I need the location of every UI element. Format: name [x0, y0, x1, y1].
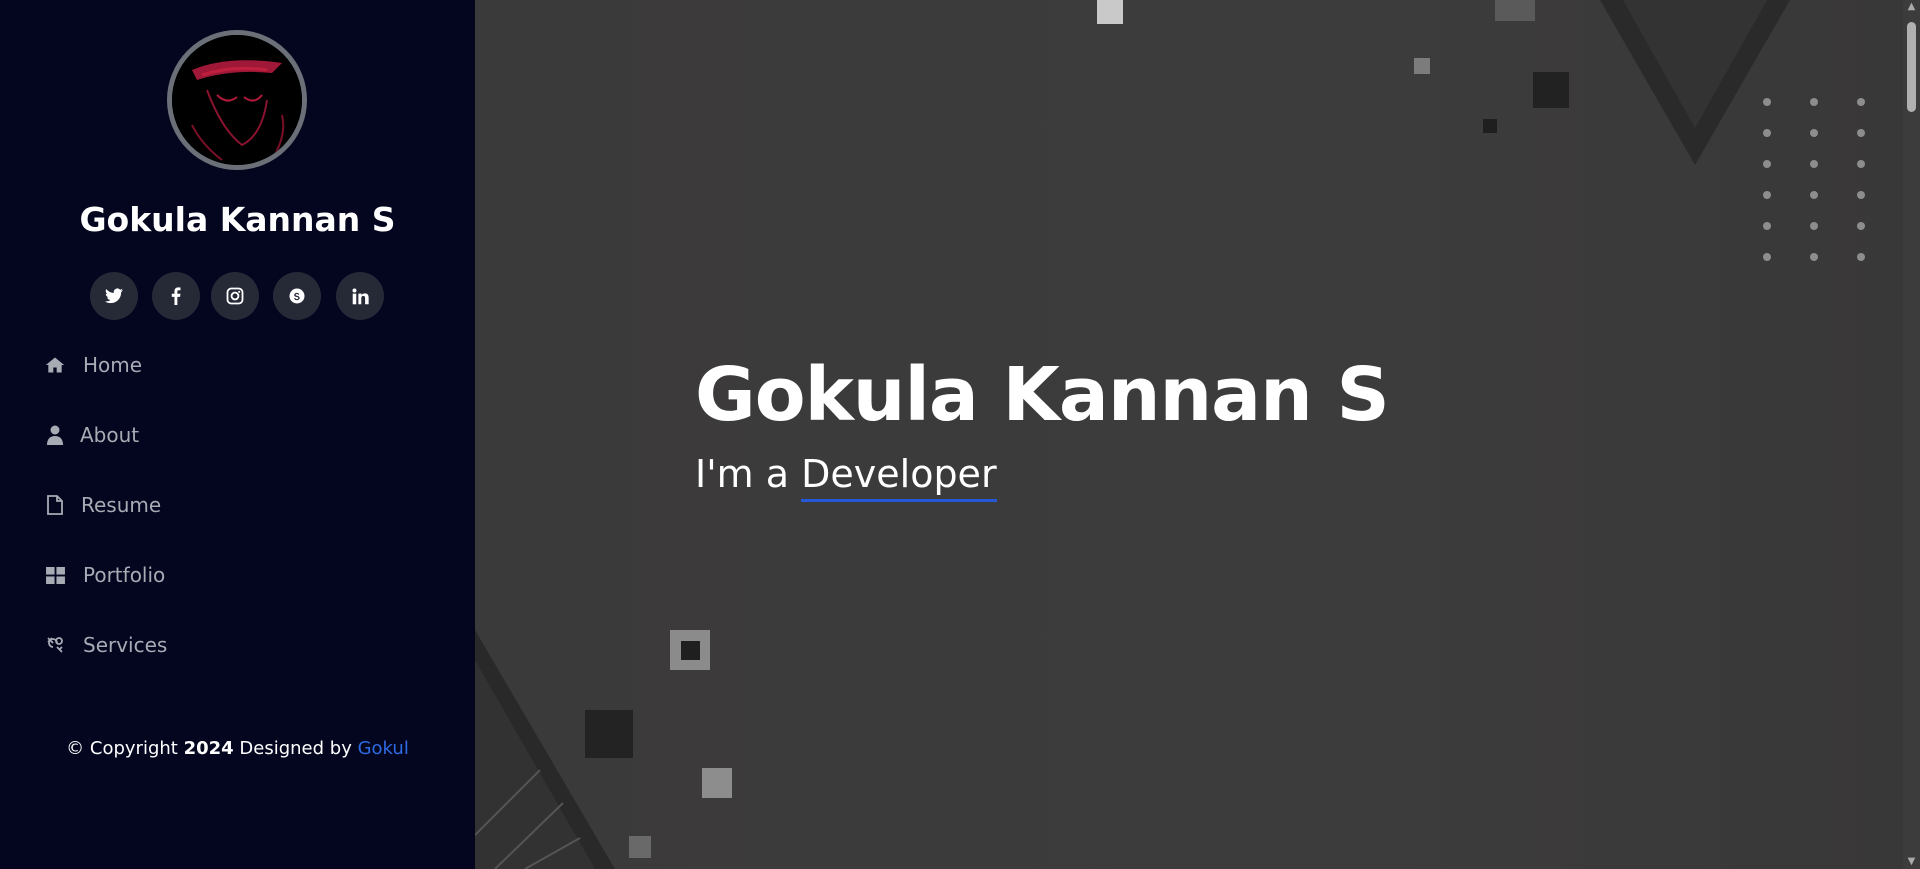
profile-name: Gokula Kannan S: [79, 200, 396, 239]
hero-prefix: I'm a: [695, 452, 802, 496]
nav-item-home[interactable]: Home: [44, 343, 444, 387]
social-links: [0, 272, 475, 320]
hero-subtitle: I'm a Developer: [695, 452, 997, 502]
linkedin-button[interactable]: [336, 272, 384, 320]
hero-title: Gokula Kannan S: [695, 352, 1390, 438]
nav-label-about: About: [80, 423, 140, 447]
copyright-prefix: © Copyright: [66, 738, 184, 759]
nav-label-home: Home: [83, 353, 143, 377]
file-icon: [44, 494, 66, 516]
hero-section: Gokula Kannan S I'm a Developer ▲ ▼: [475, 0, 1920, 869]
nav-label-portfolio: Portfolio: [83, 563, 166, 587]
copyright: © Copyright 2024 Designed by Gokul: [0, 738, 475, 759]
copyright-year: 2024: [183, 738, 234, 759]
scroll-thumb[interactable]: [1907, 22, 1916, 112]
linkedin-icon: [351, 287, 369, 304]
grid-icon: [44, 564, 66, 586]
scroll-up-arrow-icon[interactable]: ▲: [1906, 2, 1917, 12]
scrollbar[interactable]: ▲ ▼: [1903, 0, 1920, 869]
instagram-icon: [226, 287, 244, 305]
nav-item-portfolio[interactable]: Portfolio: [44, 553, 444, 597]
facebook-button[interactable]: [152, 272, 200, 320]
avatar-image: [172, 35, 302, 165]
nav-item-resume[interactable]: Resume: [44, 483, 444, 527]
facebook-icon: [171, 287, 181, 305]
nav-item-services[interactable]: Services: [44, 623, 444, 667]
copyright-middle: Designed by: [233, 738, 358, 759]
nav-label-resume: Resume: [81, 493, 162, 517]
author-link[interactable]: Gokul: [358, 738, 409, 759]
twitter-icon: [105, 288, 123, 304]
twitter-button[interactable]: [90, 272, 138, 320]
home-icon: [44, 354, 66, 376]
services-icon: [44, 634, 66, 656]
instagram-button[interactable]: [211, 272, 259, 320]
sidebar: Gokula Kannan S Home About Resume Portfo…: [0, 0, 475, 869]
nav-label-services: Services: [83, 633, 168, 657]
scroll-down-arrow-icon[interactable]: ▼: [1906, 857, 1917, 867]
avatar: [167, 30, 307, 170]
skype-button[interactable]: [273, 272, 321, 320]
typed-role: Developer: [801, 452, 997, 502]
skype-icon: [289, 288, 305, 304]
nav-item-about[interactable]: About: [44, 413, 444, 457]
user-icon: [44, 424, 66, 446]
